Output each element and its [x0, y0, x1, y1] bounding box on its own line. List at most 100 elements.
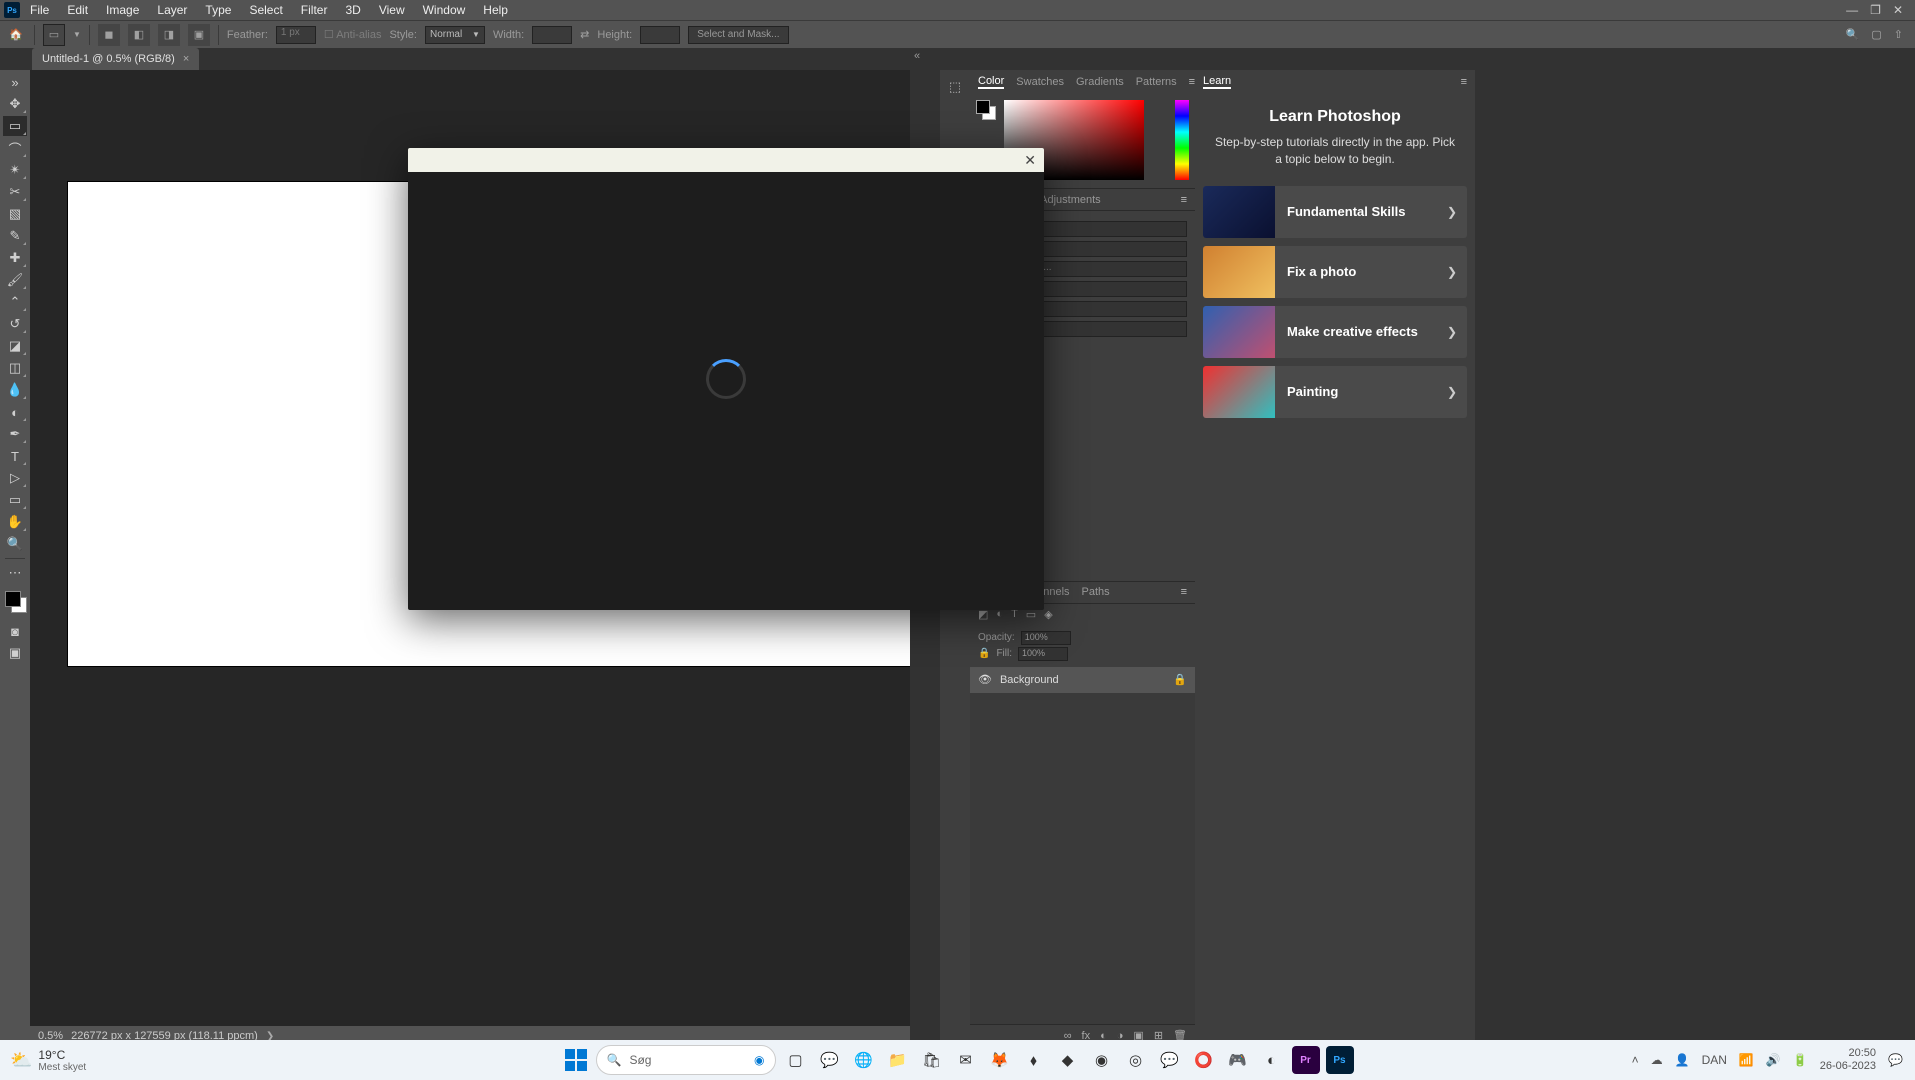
libraries-icon[interactable]: ⬚ [944, 76, 966, 98]
pen-tool[interactable]: ✒ [3, 424, 27, 444]
firefox-icon[interactable]: 🦊 [986, 1046, 1014, 1074]
battery-icon[interactable]: 🔋 [1793, 1053, 1808, 1067]
menu-type[interactable]: Type [197, 1, 239, 19]
xbox-icon[interactable]: 🎮 [1224, 1046, 1252, 1074]
opacity-input[interactable]: 100% [1021, 631, 1071, 645]
menu-window[interactable]: Window [415, 1, 474, 19]
notifications-icon[interactable]: 💬 [1888, 1053, 1903, 1067]
lesson-fundamental[interactable]: Fundamental Skills ❯ [1203, 186, 1467, 238]
menu-edit[interactable]: Edit [59, 1, 96, 19]
lock-icon[interactable]: 🔒 [1173, 673, 1187, 686]
lesson-effects[interactable]: Make creative effects ❯ [1203, 306, 1467, 358]
tab-adjustments[interactable]: Adjustments [1040, 194, 1101, 206]
volume-icon[interactable]: 🔊 [1766, 1053, 1781, 1067]
window-close-icon[interactable]: ✕ [1893, 3, 1903, 17]
hand-tool[interactable]: ✋ [3, 512, 27, 532]
quickmask-icon[interactable]: ◙ [3, 621, 27, 641]
blur-tool[interactable]: 💧 [3, 380, 27, 400]
collapse-panels-icon[interactable]: « [914, 50, 920, 62]
select-and-mask-button[interactable]: Select and Mask... [688, 26, 788, 44]
language-indicator[interactable]: DAN [1702, 1053, 1727, 1067]
share-icon[interactable]: ⇧ [1894, 28, 1903, 41]
mail-icon[interactable]: ✉ [952, 1046, 980, 1074]
zoom-tool[interactable]: 🔍 [3, 534, 27, 554]
weather-widget[interactable]: ⛅ 19°C Mest skyet [0, 1048, 96, 1073]
crop-tool[interactable]: ✂ [3, 182, 27, 202]
dodge-tool[interactable]: ◐ [3, 402, 27, 422]
tray-chevron-icon[interactable]: ˄ [1632, 1053, 1639, 1067]
edge-icon[interactable]: 🌐 [850, 1046, 878, 1074]
battlenet-icon[interactable]: ◆ [1054, 1046, 1082, 1074]
type-tool[interactable]: T [3, 446, 27, 466]
fill-input[interactable]: 100% [1018, 647, 1068, 661]
path-select-tool[interactable]: ▷ [3, 468, 27, 488]
marquee-tool[interactable]: ▭ [3, 116, 27, 136]
tray-people-icon[interactable]: 👤 [1675, 1053, 1690, 1067]
antialias-checkbox[interactable]: ☐ Anti-alias [324, 28, 382, 41]
marquee-mode-icon[interactable]: ▭ [43, 24, 65, 46]
selection-add-icon[interactable]: ◧ [128, 24, 150, 46]
workspace-icon[interactable]: ▢ [1871, 28, 1881, 41]
window-minimize-icon[interactable]: — [1846, 3, 1858, 17]
lesson-painting[interactable]: Painting ❯ [1203, 366, 1467, 418]
stamp-tool[interactable]: ⌃ [3, 292, 27, 312]
close-dialog-icon[interactable]: ✕ [1024, 152, 1036, 169]
close-tab-icon[interactable]: × [183, 53, 189, 65]
feather-input[interactable]: 1 px [276, 26, 316, 44]
opera-icon[interactable]: ⭕ [1190, 1046, 1218, 1074]
quick-select-tool[interactable]: ✴ [3, 160, 27, 180]
tab-learn[interactable]: Learn [1203, 75, 1231, 89]
document-tab[interactable]: Untitled-1 @ 0.5% (RGB/8) × [32, 48, 199, 70]
edit-toolbar-icon[interactable]: ⋯ [3, 563, 27, 583]
style-select[interactable]: Normal▼ [425, 26, 485, 44]
lock-icon[interactable]: 🔒 [978, 648, 990, 659]
tab-paths[interactable]: Paths [1082, 586, 1110, 598]
tab-color[interactable]: Color [978, 75, 1004, 89]
explorer-icon[interactable]: 📁 [884, 1046, 912, 1074]
tab-swatches[interactable]: Swatches [1016, 76, 1064, 88]
lasso-tool[interactable]: ⌒ [3, 138, 27, 158]
dropbox-icon[interactable]: ⬧ [1020, 1046, 1048, 1074]
color-swatches[interactable] [3, 589, 27, 619]
gradient-tool[interactable]: ◫ [3, 358, 27, 378]
taskview-icon[interactable]: ▢ [782, 1046, 810, 1074]
tab-gradients[interactable]: Gradients [1076, 76, 1124, 88]
home-icon[interactable]: 🏠 [6, 25, 26, 45]
menu-help[interactable]: Help [475, 1, 516, 19]
clock[interactable]: 20:50 26-06-2023 [1820, 1047, 1876, 1073]
search-icon[interactable]: 🔍 [1846, 28, 1860, 41]
start-button[interactable] [562, 1046, 590, 1074]
selection-new-icon[interactable]: ◼ [98, 24, 120, 46]
screenmode-icon[interactable]: ▣ [3, 643, 27, 663]
collapse-toolbar-icon[interactable]: » [3, 72, 27, 92]
panel-menu-icon[interactable]: ≡ [1461, 76, 1467, 88]
width-input[interactable] [532, 26, 572, 44]
menu-file[interactable]: File [22, 1, 57, 19]
panel-menu-icon[interactable]: ≡ [1181, 586, 1187, 598]
hue-slider[interactable] [1175, 100, 1189, 180]
frame-tool[interactable]: ▧ [3, 204, 27, 224]
steam-icon[interactable]: ◐ [1258, 1046, 1286, 1074]
brush-tool[interactable]: 🖌 [3, 270, 27, 290]
tab-patterns[interactable]: Patterns [1136, 76, 1177, 88]
copilot-icon[interactable]: ◎ [1122, 1046, 1150, 1074]
lesson-fix-photo[interactable]: Fix a photo ❯ [1203, 246, 1467, 298]
photoshop-icon[interactable]: Ps [1326, 1046, 1354, 1074]
window-restore-icon[interactable]: ❐ [1870, 3, 1881, 17]
chrome-icon[interactable]: ◉ [1088, 1046, 1116, 1074]
selection-subtract-icon[interactable]: ◨ [158, 24, 180, 46]
menu-select[interactable]: Select [241, 1, 290, 19]
filter-smart-icon[interactable]: ◈ [1044, 608, 1052, 621]
height-input[interactable] [640, 26, 680, 44]
menu-layer[interactable]: Layer [149, 1, 195, 19]
wifi-icon[interactable]: 📶 [1739, 1053, 1754, 1067]
menu-image[interactable]: Image [98, 1, 147, 19]
selection-intersect-icon[interactable]: ▣ [188, 24, 210, 46]
store-icon[interactable]: 🛍 [918, 1046, 946, 1074]
taskbar-search[interactable]: 🔍 Søg ◉ [596, 1045, 776, 1075]
panel-menu-icon[interactable]: ≡ [1181, 194, 1187, 206]
chat-icon[interactable]: 💬 [816, 1046, 844, 1074]
healing-tool[interactable]: ✚ [3, 248, 27, 268]
discord-icon[interactable]: 💬 [1156, 1046, 1184, 1074]
eyedropper-tool[interactable]: ✎ [3, 226, 27, 246]
